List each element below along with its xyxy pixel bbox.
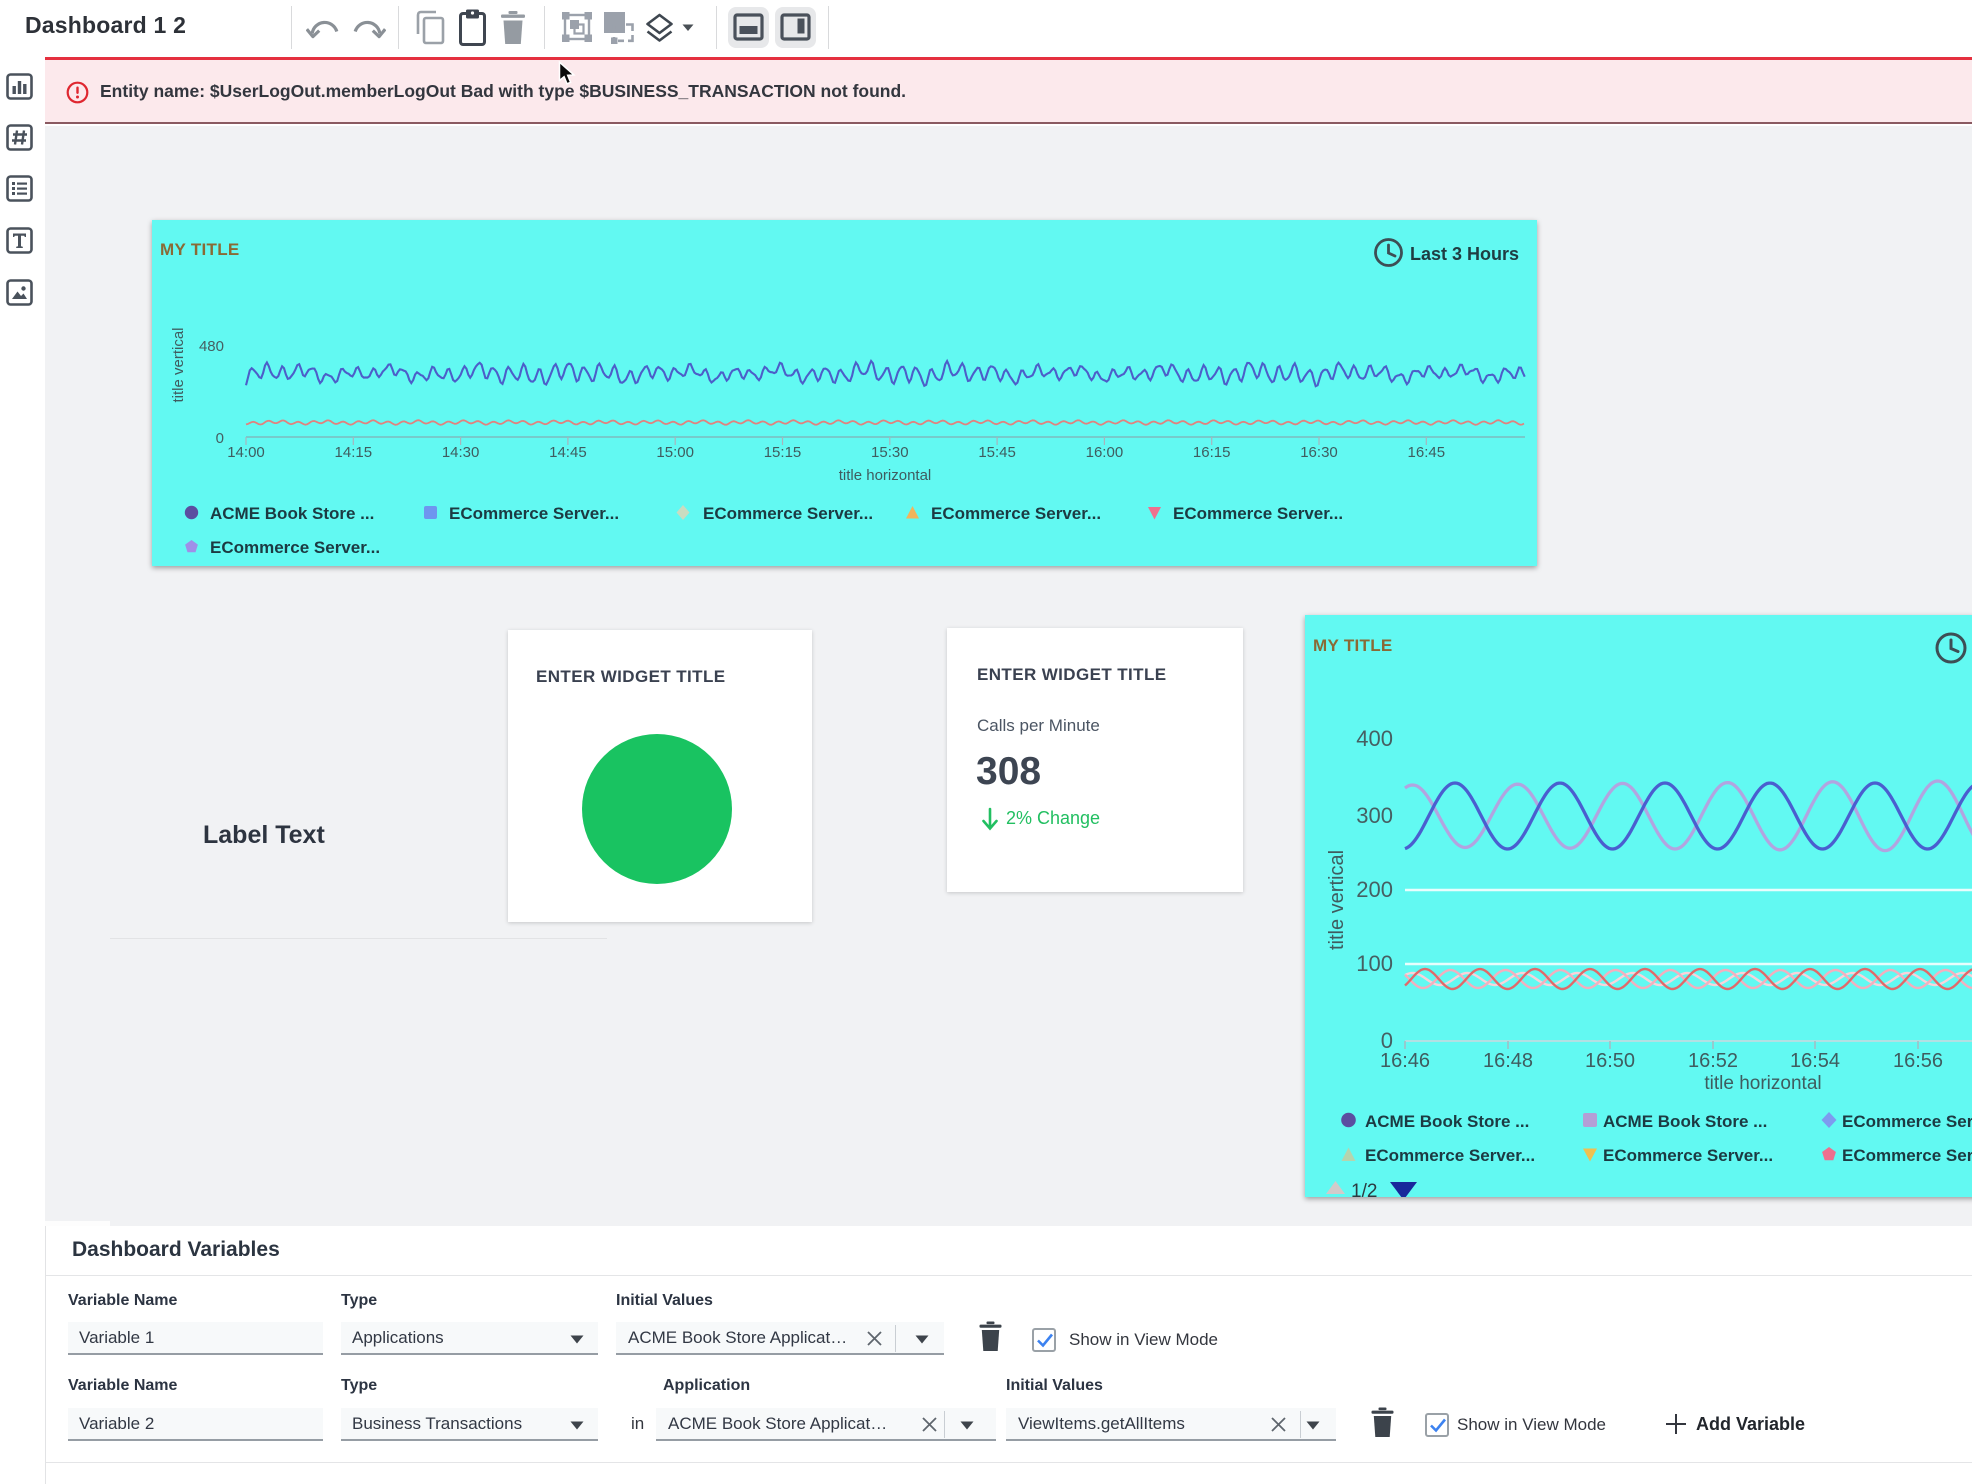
svg-text:title vertical: title vertical (1326, 850, 1348, 950)
svg-text:16:48: 16:48 (1483, 1050, 1533, 1072)
svg-text:300: 300 (1356, 803, 1393, 828)
svg-text:ECommerce Server...: ECommerce Server... (1173, 504, 1343, 523)
svg-text:480: 480 (199, 338, 224, 355)
svg-text:16:15: 16:15 (1193, 444, 1231, 461)
svg-text:ECommerce Server...: ECommerce Server... (1365, 1146, 1535, 1165)
svg-text:15:30: 15:30 (871, 444, 909, 461)
svg-text:14:00: 14:00 (227, 444, 265, 461)
svg-text:title horizontal: title horizontal (839, 467, 932, 484)
svg-text:ECommerce Server...: ECommerce Server... (1842, 1112, 1972, 1131)
svg-text:ACME Book Store ...: ACME Book Store ... (1365, 1112, 1529, 1131)
svg-text:ECommerce Server...: ECommerce Server... (1603, 1146, 1773, 1165)
svg-text:16:30: 16:30 (1300, 444, 1338, 461)
svg-text:200: 200 (1356, 877, 1393, 902)
svg-text:0: 0 (216, 430, 224, 447)
svg-text:ECommerce Server...: ECommerce Server... (1842, 1146, 1972, 1165)
svg-text:15:15: 15:15 (764, 444, 802, 461)
svg-text:14:45: 14:45 (549, 444, 587, 461)
svg-text:1/2: 1/2 (1351, 1181, 1377, 1197)
svg-text:title horizontal: title horizontal (1704, 1073, 1821, 1094)
svg-text:16:54: 16:54 (1790, 1050, 1840, 1072)
svg-text:14:30: 14:30 (442, 444, 480, 461)
svg-text:15:45: 15:45 (978, 444, 1016, 461)
svg-text:title vertical: title vertical (170, 327, 187, 402)
svg-text:15:00: 15:00 (656, 444, 694, 461)
svg-text:16:50: 16:50 (1585, 1050, 1635, 1072)
svg-text:16:45: 16:45 (1408, 444, 1446, 461)
svg-text:16:46: 16:46 (1380, 1050, 1430, 1072)
svg-text:14:15: 14:15 (335, 444, 373, 461)
svg-text:400: 400 (1356, 726, 1393, 751)
svg-text:16:52: 16:52 (1688, 1050, 1738, 1072)
svg-text:16:00: 16:00 (1086, 444, 1124, 461)
svg-text:16:56: 16:56 (1893, 1050, 1943, 1072)
svg-text:ECommerce Server...: ECommerce Server... (703, 504, 873, 523)
svg-text:ECommerce Server...: ECommerce Server... (931, 504, 1101, 523)
svg-text:ACME Book Store ...: ACME Book Store ... (210, 504, 374, 523)
svg-text:ACME Book Store ...: ACME Book Store ... (1603, 1112, 1767, 1131)
svg-text:ECommerce Server...: ECommerce Server... (449, 504, 619, 523)
svg-text:ECommerce Server...: ECommerce Server... (210, 538, 380, 557)
svg-text:100: 100 (1356, 951, 1393, 976)
